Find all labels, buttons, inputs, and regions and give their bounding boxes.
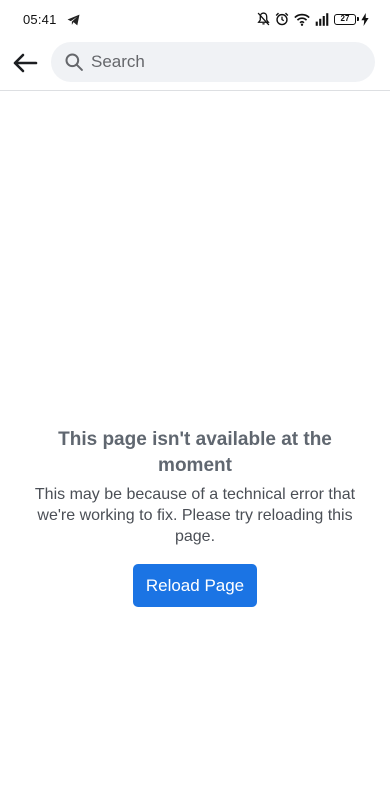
signal-icon [315, 12, 329, 26]
wifi-icon [294, 13, 310, 26]
mute-icon [257, 12, 270, 26]
status-icons: 27 [257, 11, 369, 27]
arrow-left-icon [13, 53, 38, 73]
telegram-icon [67, 14, 80, 26]
charging-icon [361, 12, 369, 26]
battery-icon: 27 [334, 13, 359, 25]
error-message: This may be because of a technical error… [34, 486, 356, 545]
battery-level: 27 [340, 13, 350, 23]
top-header [0, 36, 390, 91]
alarm-icon [275, 12, 289, 26]
error-panel: This page isn't available at the moment … [20, 427, 370, 607]
status-time: 05:41 [23, 12, 57, 27]
reload-page-button[interactable]: Reload Page [132, 564, 258, 607]
error-title: This page isn't available at the moment [58, 429, 332, 476]
back-button[interactable] [8, 46, 42, 80]
search-box[interactable] [51, 42, 375, 82]
search-input[interactable] [91, 52, 351, 72]
search-icon [65, 53, 83, 71]
status-bar: 05:41 27 [0, 0, 390, 36]
